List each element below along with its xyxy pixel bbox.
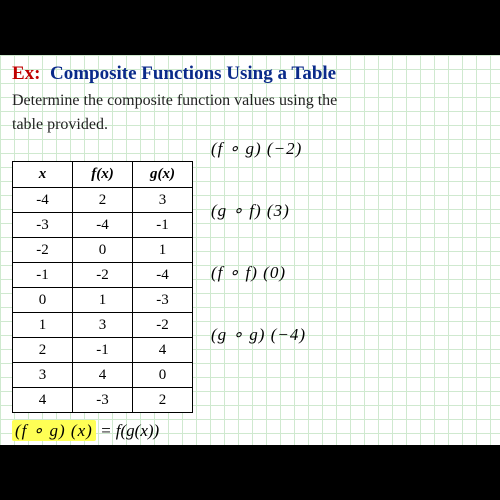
problem-2: (g ∘ f) (3) (211, 201, 488, 221)
table-cell: -2 (133, 313, 193, 338)
table-cell: -3 (13, 213, 73, 238)
formula-lhs: (f ∘ g) (x) (12, 420, 96, 441)
slide-content: Ex: Composite Functions Using a Table De… (0, 55, 500, 445)
problem-4: (g ∘ g) (−4) (211, 325, 488, 345)
table-cell: 4 (133, 338, 193, 363)
table-cell: -3 (73, 388, 133, 413)
table-row: -1-2-4 (13, 263, 193, 288)
table-row: 01-3 (13, 288, 193, 313)
instruction-line1: Determine the composite function values … (12, 91, 488, 111)
slide-title: Ex: Composite Functions Using a Table (12, 63, 488, 85)
table-header-row: x f(x) g(x) (13, 162, 193, 188)
composite-formula: (f ∘ g) (x) = f(g(x)) (12, 421, 488, 441)
function-table: x f(x) g(x) -423-3-4-1-201-1-2-401-313-2… (12, 161, 193, 413)
table-cell: 0 (133, 363, 193, 388)
table-cell: -3 (133, 288, 193, 313)
table-cell: 2 (133, 388, 193, 413)
table-row: -423 (13, 188, 193, 213)
col-x: x (13, 162, 73, 188)
col-gx: g(x) (133, 162, 193, 188)
table-cell: 4 (13, 388, 73, 413)
title-prefix: Ex: (12, 63, 41, 84)
table-cell: 0 (73, 238, 133, 263)
table-cell: 1 (13, 313, 73, 338)
formula-rhs: = f(g(x)) (100, 421, 159, 440)
problem-list: (f ∘ g) (−2) (g ∘ f) (3) (f ∘ f) (0) (g … (211, 139, 488, 413)
table-cell: -2 (73, 263, 133, 288)
table-cell: 1 (73, 288, 133, 313)
table-row: 2-14 (13, 338, 193, 363)
table-cell: 3 (73, 313, 133, 338)
table-row: 13-2 (13, 313, 193, 338)
table-row: -201 (13, 238, 193, 263)
video-letterbox-bottom (0, 445, 500, 500)
table-row: 4-32 (13, 388, 193, 413)
table-cell: 0 (13, 288, 73, 313)
instruction-line2: table provided. (12, 115, 488, 135)
table-cell: 3 (133, 188, 193, 213)
problem-3: (f ∘ f) (0) (211, 263, 488, 283)
video-letterbox-top (0, 0, 500, 55)
table-cell: -2 (13, 238, 73, 263)
col-fx: f(x) (73, 162, 133, 188)
table-cell: -4 (133, 263, 193, 288)
table-cell: 1 (133, 238, 193, 263)
table-cell: -1 (13, 263, 73, 288)
table-cell: -1 (133, 213, 193, 238)
problem-1: (f ∘ g) (−2) (211, 139, 488, 159)
table-cell: -4 (13, 188, 73, 213)
title-main: Composite Functions Using a Table (50, 63, 336, 84)
table-cell: 2 (13, 338, 73, 363)
table-row: -3-4-1 (13, 213, 193, 238)
table-cell: 4 (73, 363, 133, 388)
table-cell: 3 (13, 363, 73, 388)
table-cell: 2 (73, 188, 133, 213)
table-row: 340 (13, 363, 193, 388)
table-cell: -1 (73, 338, 133, 363)
table-cell: -4 (73, 213, 133, 238)
